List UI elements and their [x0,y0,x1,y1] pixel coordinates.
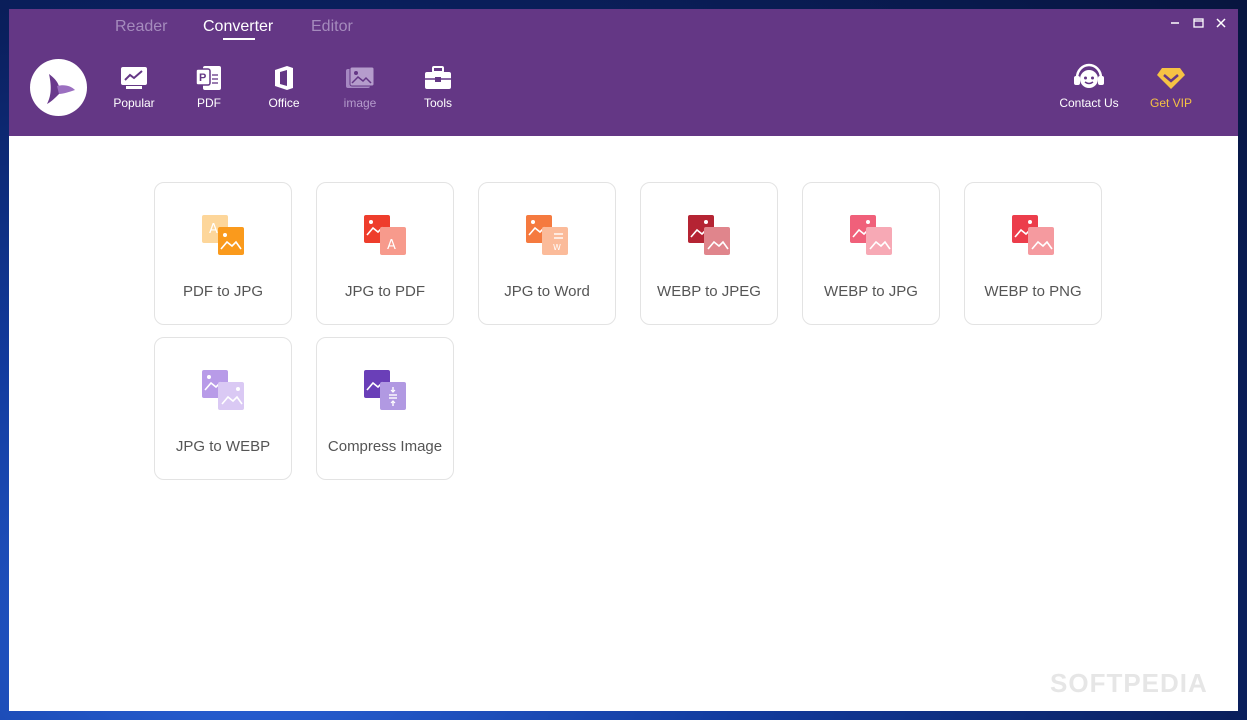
tool-card-label: JPG to PDF [344,283,426,300]
minimize-icon[interactable] [1167,15,1183,31]
pdf-to-jpg-icon: A [202,215,244,255]
get-vip-button[interactable]: Get VIP [1136,63,1206,113]
tool-card-webp-to-png[interactable]: WEBP to PNG [964,182,1102,325]
close-icon[interactable] [1213,15,1229,31]
tool-card-label: PDF to JPG [182,283,264,300]
category-label: Popular [113,96,155,110]
tool-card-webp-to-jpg[interactable]: WEBP to JPG [802,182,940,325]
tool-card-jpg-to-pdf[interactable]: A JPG to PDF [316,182,454,325]
contact-us-label: Contact Us [1059,96,1119,110]
jpg-to-pdf-icon: A [364,215,406,255]
category-pdf[interactable]: P PDF [178,64,240,114]
category-office[interactable]: Office [253,64,315,114]
tool-card-label: WEBP to PNG [984,283,1082,300]
tool-card-jpg-to-webp[interactable]: JPG to WEBP [154,337,292,480]
category-image[interactable]: image [329,64,391,114]
diamond-icon [1154,63,1188,93]
jpg-to-webp-icon [202,370,244,410]
toolbox-icon [423,64,453,92]
support-headset-icon [1072,63,1106,93]
tool-card-pdf-to-jpg[interactable]: A PDF to JPG [154,182,292,325]
category-label: Office [268,96,300,110]
app-logo [30,59,87,116]
category-label: image [343,96,377,110]
chart-icon [119,64,149,92]
tab-converter[interactable]: Converter [203,18,273,36]
contact-us-button[interactable]: Contact Us [1054,63,1124,113]
maximize-icon[interactable] [1190,15,1206,31]
tool-card-label: JPG to Word [504,283,590,300]
app-header: Reader Converter Editor Popular P PDF Of… [9,9,1238,136]
svg-text:A: A [209,222,218,237]
softpedia-watermark: SOFTPEDIA [1050,668,1208,698]
svg-text:W: W [553,243,561,252]
get-vip-label: Get VIP [1149,96,1193,110]
tab-editor[interactable]: Editor [311,18,353,36]
category-label: PDF [197,96,221,110]
office-icon [269,64,299,92]
category-popular[interactable]: Popular [103,64,165,114]
tool-card-webp-to-jpeg[interactable]: WEBP to JPEG [640,182,778,325]
app-window: Reader Converter Editor Popular P PDF Of… [9,9,1238,711]
jpg-to-word-icon: W [526,215,568,255]
tool-card-compress-image[interactable]: Compress Image [316,337,454,480]
active-tab-indicator [223,38,255,40]
svg-text:P: P [199,72,206,84]
tab-reader[interactable]: Reader [115,18,167,36]
webp-to-jpg-icon [850,215,892,255]
webp-to-png-icon [1012,215,1054,255]
image-icon [345,64,375,92]
tool-card-label: WEBP to JPEG [657,283,761,300]
logo-icon [46,73,75,104]
category-label: Tools [423,96,452,110]
svg-text:A: A [387,238,396,253]
tool-card-label: Compress Image [327,438,443,455]
webp-to-jpeg-icon [688,215,730,255]
pdf-icon: P [194,64,224,92]
compress-image-icon [364,370,406,410]
tool-card-label: JPG to WEBP [175,438,271,455]
tool-card-label: WEBP to JPG [824,283,918,300]
tool-card-jpg-to-word[interactable]: W JPG to Word [478,182,616,325]
category-tools[interactable]: Tools [407,64,469,114]
